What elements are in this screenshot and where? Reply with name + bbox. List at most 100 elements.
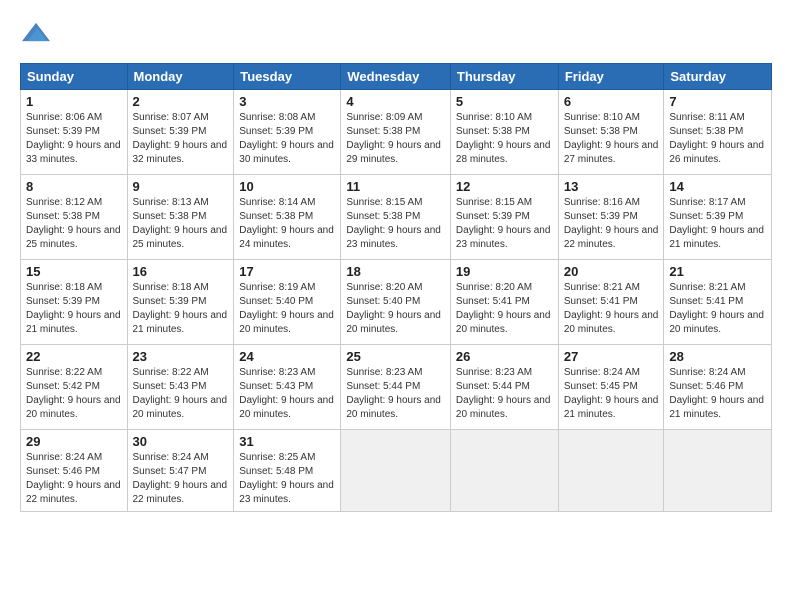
calendar-day-cell: 10 Sunrise: 8:14 AMSunset: 5:38 PMDayligh… — [234, 175, 341, 260]
day-number: 22 — [26, 349, 122, 364]
calendar-day-cell: 3 Sunrise: 8:08 AMSunset: 5:39 PMDaylight… — [234, 90, 341, 175]
calendar-day-cell: 5Sunrise: 8:10 AMSunset: 5:38 PMDaylight… — [450, 90, 558, 175]
day-number: 2 — [133, 94, 229, 109]
day-number: 18 — [346, 264, 445, 279]
day-number: 31 — [239, 434, 335, 449]
day-info: Sunrise: 8:21 AMSunset: 5:41 PMDaylight:… — [564, 281, 659, 337]
day-number: 23 — [133, 349, 229, 364]
day-info: Sunrise: 8:20 AMSunset: 5:40 PMDaylight:… — [346, 281, 445, 337]
calendar-day-cell: 31 Sunrise: 8:25 AMSunset: 5:48 PMDayligh… — [234, 430, 341, 512]
calendar-day-cell: 4 Sunrise: 8:09 AMSunset: 5:38 PMDaylight… — [341, 90, 451, 175]
day-number: 1 — [26, 94, 122, 109]
calendar-day-cell — [341, 430, 451, 512]
day-info: Sunrise: 8:18 AMSunset: 5:39 PMDaylight:… — [26, 281, 122, 337]
day-number: 16 — [133, 264, 229, 279]
calendar-week-row: 22 Sunrise: 8:22 AMSunset: 5:42 PMDayligh… — [21, 345, 772, 430]
day-info: Sunrise: 8:12 AMSunset: 5:38 PMDaylight:… — [26, 196, 122, 252]
day-number: 30 — [133, 434, 229, 449]
day-number: 9 — [133, 179, 229, 194]
calendar-day-cell: 11Sunrise: 8:15 AMSunset: 5:38 PMDayligh… — [341, 175, 451, 260]
calendar-day-cell: 15 Sunrise: 8:18 AMSunset: 5:39 PMDayligh… — [21, 260, 128, 345]
calendar-day-cell: 2Sunrise: 8:07 AMSunset: 5:39 PMDaylight… — [127, 90, 234, 175]
day-info: Sunrise: 8:13 AMSunset: 5:38 PMDaylight:… — [133, 196, 229, 252]
weekday-header: Tuesday — [234, 64, 341, 90]
calendar-day-cell: 18 Sunrise: 8:20 AMSunset: 5:40 PMDayligh… — [341, 260, 451, 345]
calendar-day-cell: 30 Sunrise: 8:24 AMSunset: 5:47 PMDayligh… — [127, 430, 234, 512]
calendar-day-cell: 21 Sunrise: 8:21 AMSunset: 5:41 PMDayligh… — [664, 260, 772, 345]
day-info: Sunrise: 8:22 AMSunset: 5:43 PMDaylight:… — [133, 366, 229, 422]
logo — [20, 18, 50, 51]
day-info: Sunrise: 8:23 AMSunset: 5:43 PMDaylight:… — [239, 366, 335, 422]
day-number: 28 — [669, 349, 766, 364]
day-info: Sunrise: 8:08 AMSunset: 5:39 PMDaylight:… — [239, 111, 335, 167]
day-number: 21 — [669, 264, 766, 279]
calendar-day-cell: 20 Sunrise: 8:21 AMSunset: 5:41 PMDayligh… — [558, 260, 664, 345]
day-number: 11 — [346, 179, 445, 194]
day-number: 15 — [26, 264, 122, 279]
calendar-week-row: 8 Sunrise: 8:12 AMSunset: 5:38 PMDaylight… — [21, 175, 772, 260]
calendar-day-cell: 6 Sunrise: 8:10 AMSunset: 5:38 PMDaylight… — [558, 90, 664, 175]
calendar-week-row: 15 Sunrise: 8:18 AMSunset: 5:39 PMDayligh… — [21, 260, 772, 345]
day-info: Sunrise: 8:11 AMSunset: 5:38 PMDaylight:… — [669, 111, 766, 167]
day-info: Sunrise: 8:24 AMSunset: 5:47 PMDaylight:… — [133, 451, 229, 507]
day-info: Sunrise: 8:21 AMSunset: 5:41 PMDaylight:… — [669, 281, 766, 337]
calendar-day-cell — [664, 430, 772, 512]
day-info: Sunrise: 8:19 AMSunset: 5:40 PMDaylight:… — [239, 281, 335, 337]
day-info: Sunrise: 8:23 AMSunset: 5:44 PMDaylight:… — [346, 366, 445, 422]
day-info: Sunrise: 8:10 AMSunset: 5:38 PMDaylight:… — [456, 111, 553, 167]
calendar-day-cell: 27 Sunrise: 8:24 AMSunset: 5:45 PMDayligh… — [558, 345, 664, 430]
calendar-body: 1Sunrise: 8:06 AMSunset: 5:39 PMDaylight… — [21, 90, 772, 512]
day-info: Sunrise: 8:14 AMSunset: 5:38 PMDaylight:… — [239, 196, 335, 252]
day-number: 13 — [564, 179, 659, 194]
day-info: Sunrise: 8:17 AMSunset: 5:39 PMDaylight:… — [669, 196, 766, 252]
day-number: 27 — [564, 349, 659, 364]
day-number: 26 — [456, 349, 553, 364]
day-number: 7 — [669, 94, 766, 109]
weekday-header: Sunday — [21, 64, 128, 90]
weekday-header: Monday — [127, 64, 234, 90]
calendar-day-cell: 16 Sunrise: 8:18 AMSunset: 5:39 PMDayligh… — [127, 260, 234, 345]
calendar-table: SundayMondayTuesdayWednesdayThursdayFrid… — [20, 63, 772, 512]
day-info: Sunrise: 8:16 AMSunset: 5:39 PMDaylight:… — [564, 196, 659, 252]
day-info: Sunrise: 8:10 AMSunset: 5:38 PMDaylight:… — [564, 111, 659, 167]
day-number: 8 — [26, 179, 122, 194]
day-number: 4 — [346, 94, 445, 109]
calendar-day-cell: 1Sunrise: 8:06 AMSunset: 5:39 PMDaylight… — [21, 90, 128, 175]
day-number: 6 — [564, 94, 659, 109]
calendar-day-cell — [450, 430, 558, 512]
day-info: Sunrise: 8:09 AMSunset: 5:38 PMDaylight:… — [346, 111, 445, 167]
day-info: Sunrise: 8:20 AMSunset: 5:41 PMDaylight:… — [456, 281, 553, 337]
day-number: 10 — [239, 179, 335, 194]
logo-icon — [22, 18, 50, 46]
calendar-day-cell: 29Sunrise: 8:24 AMSunset: 5:46 PMDayligh… — [21, 430, 128, 512]
calendar-header: SundayMondayTuesdayWednesdayThursdayFrid… — [21, 64, 772, 90]
calendar-day-cell: 13 Sunrise: 8:16 AMSunset: 5:39 PMDayligh… — [558, 175, 664, 260]
day-number: 12 — [456, 179, 553, 194]
calendar-day-cell — [558, 430, 664, 512]
day-info: Sunrise: 8:22 AMSunset: 5:42 PMDaylight:… — [26, 366, 122, 422]
weekday-row: SundayMondayTuesdayWednesdayThursdayFrid… — [21, 64, 772, 90]
day-number: 14 — [669, 179, 766, 194]
calendar-day-cell: 8 Sunrise: 8:12 AMSunset: 5:38 PMDaylight… — [21, 175, 128, 260]
calendar-day-cell: 14 Sunrise: 8:17 AMSunset: 5:39 PMDayligh… — [664, 175, 772, 260]
calendar-day-cell: 7 Sunrise: 8:11 AMSunset: 5:38 PMDaylight… — [664, 90, 772, 175]
day-number: 3 — [239, 94, 335, 109]
day-number: 20 — [564, 264, 659, 279]
day-number: 29 — [26, 434, 122, 449]
day-number: 24 — [239, 349, 335, 364]
day-info: Sunrise: 8:15 AMSunset: 5:39 PMDaylight:… — [456, 196, 553, 252]
page: SundayMondayTuesdayWednesdayThursdayFrid… — [0, 0, 792, 522]
day-info: Sunrise: 8:23 AMSunset: 5:44 PMDaylight:… — [456, 366, 553, 422]
day-number: 25 — [346, 349, 445, 364]
calendar-day-cell: 24 Sunrise: 8:23 AMSunset: 5:43 PMDayligh… — [234, 345, 341, 430]
calendar-day-cell: 25 Sunrise: 8:23 AMSunset: 5:44 PMDayligh… — [341, 345, 451, 430]
header — [20, 18, 772, 51]
weekday-header: Wednesday — [341, 64, 451, 90]
weekday-header: Saturday — [664, 64, 772, 90]
day-info: Sunrise: 8:24 AMSunset: 5:45 PMDaylight:… — [564, 366, 659, 422]
day-number: 17 — [239, 264, 335, 279]
day-number: 19 — [456, 264, 553, 279]
calendar-day-cell: 22 Sunrise: 8:22 AMSunset: 5:42 PMDayligh… — [21, 345, 128, 430]
day-info: Sunrise: 8:25 AMSunset: 5:48 PMDaylight:… — [239, 451, 335, 507]
day-info: Sunrise: 8:18 AMSunset: 5:39 PMDaylight:… — [133, 281, 229, 337]
